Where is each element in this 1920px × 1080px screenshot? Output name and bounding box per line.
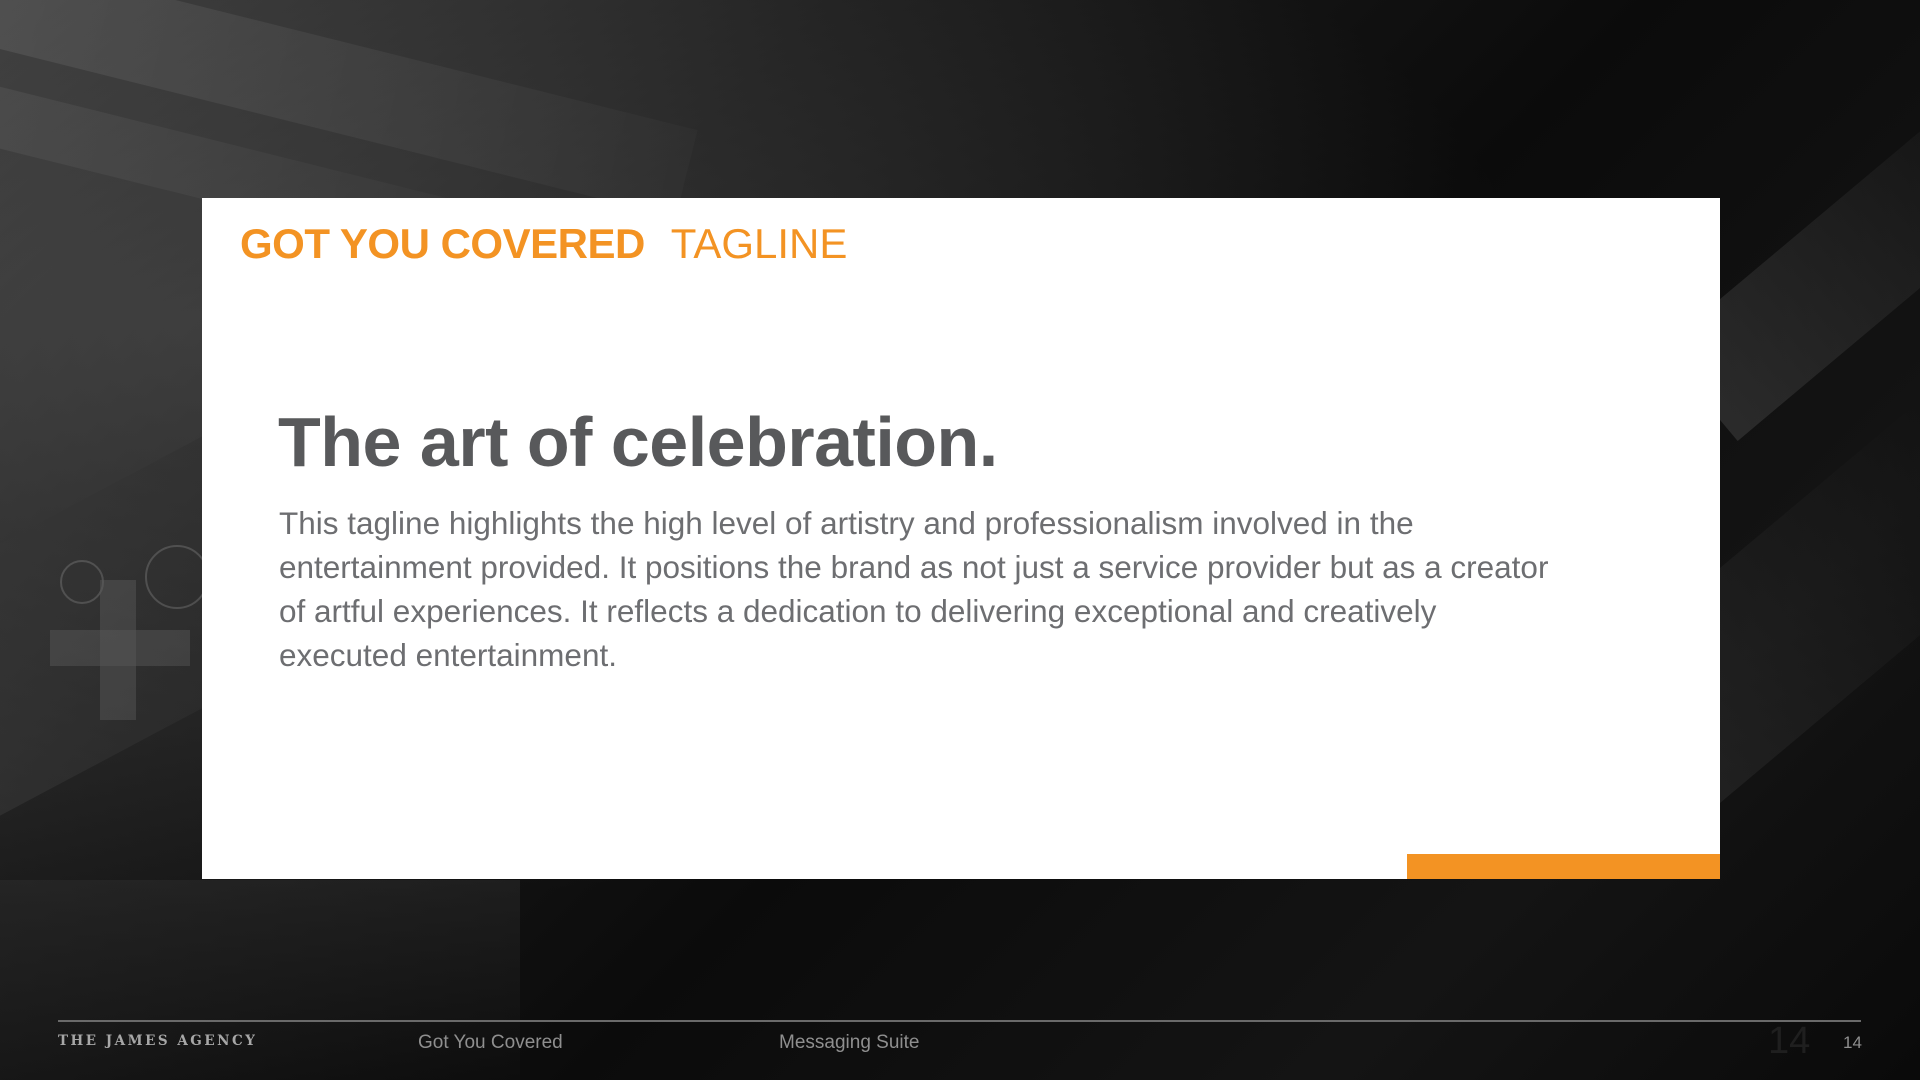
wall-circle — [145, 545, 209, 609]
content-card: GOT YOU COVERED TAGLINE The art of celeb… — [202, 198, 1720, 879]
accent-bar — [1407, 854, 1720, 879]
tagline-description: This tagline highlights the high level o… — [279, 505, 1549, 673]
footer-divider — [58, 1020, 1861, 1022]
footer-suite-name: Messaging Suite — [779, 1032, 920, 1053]
brand-title: GOT YOU COVERED — [240, 220, 645, 267]
agency-logo: THE JAMES AGENCY — [58, 1033, 258, 1049]
tagline-headline: The art of celebration. — [278, 403, 998, 481]
card-header: GOT YOU COVERED TAGLINE — [240, 220, 847, 268]
background-wall-art — [50, 540, 209, 740]
footer-project-name: Got You Covered — [418, 1032, 563, 1053]
page-number: 14 — [1843, 1033, 1862, 1052]
wall-circle — [60, 560, 104, 604]
page-number-ghost: 14 — [1768, 1020, 1811, 1062]
slide: GOT YOU COVERED TAGLINE The art of celeb… — [0, 0, 1920, 1080]
wall-plus-horizontal — [50, 630, 190, 666]
section-title: TAGLINE — [670, 220, 848, 267]
